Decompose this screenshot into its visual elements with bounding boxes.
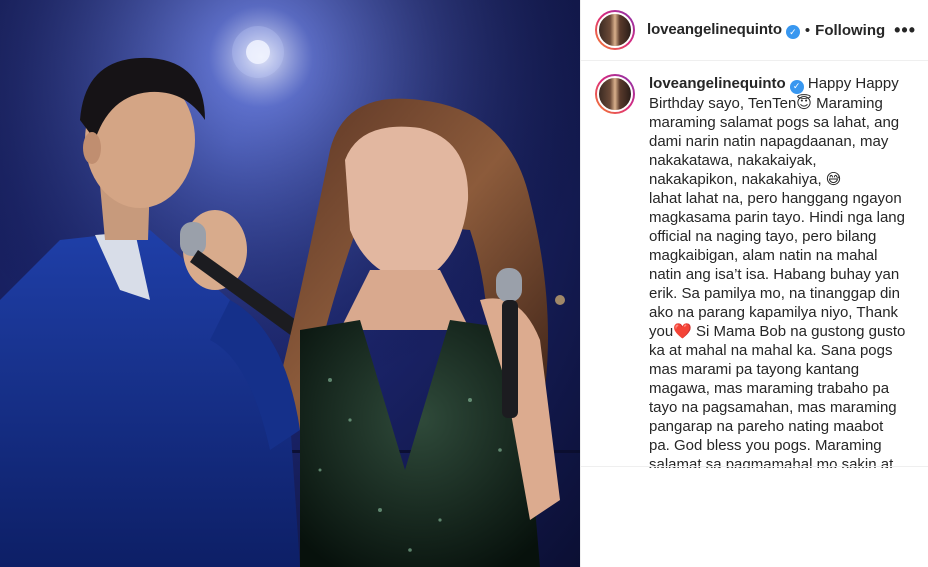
- caption-paragraph-2a: lahat lahat na, pero hanggang ngayon mag…: [649, 189, 905, 340]
- post-sidebar: loveangelinequinto ✓ • Following ••• love…: [580, 0, 928, 567]
- caption-text: loveangelinequinto ✓ Happy Happy Birthday…: [649, 74, 907, 468]
- separator-dot: •: [804, 21, 811, 39]
- stage-photo-illustration: [0, 0, 580, 567]
- more-options-icon[interactable]: •••: [894, 20, 916, 41]
- heart-emoji: ❤️: [673, 322, 692, 340]
- instagram-post: loveangelinequinto ✓ • Following ••• love…: [0, 0, 928, 567]
- following-button[interactable]: Following: [815, 22, 885, 39]
- post-username-link[interactable]: loveangelinequinto ✓: [647, 21, 800, 40]
- caption-row: loveangelinequinto ✓ Happy Happy Birthday…: [581, 61, 928, 468]
- caption-avatar[interactable]: [595, 74, 635, 114]
- caption-divider: [581, 466, 928, 467]
- verified-badge-icon: ✓: [785, 25, 800, 40]
- post-header: loveangelinequinto ✓ • Following •••: [581, 0, 928, 61]
- profile-avatar[interactable]: [595, 10, 635, 50]
- caption-username-link[interactable]: loveangelinequinto ✓: [649, 75, 804, 94]
- post-photo[interactable]: [0, 0, 580, 567]
- username-text[interactable]: loveangelinequinto: [647, 21, 782, 38]
- caption-paragraph-2b: Si Mama Bob na gustong gusto ka at mahal…: [649, 322, 906, 469]
- verified-badge-icon: ✓: [789, 79, 804, 94]
